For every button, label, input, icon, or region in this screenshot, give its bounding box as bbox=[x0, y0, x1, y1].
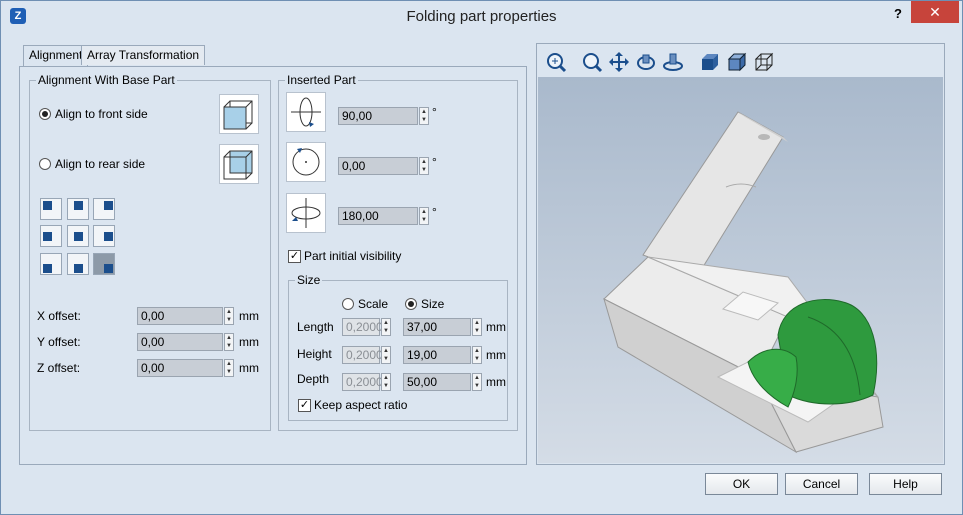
size-label: Size bbox=[421, 297, 445, 311]
z-offset-input[interactable]: 0,00 bbox=[137, 359, 223, 377]
part-visibility-label: Part initial visibility bbox=[304, 249, 402, 263]
align-top-right-button[interactable] bbox=[93, 198, 115, 220]
y-offset-spinner[interactable]: ▲ ▼ bbox=[224, 333, 234, 351]
rotation-y-input[interactable]: 0,00 bbox=[338, 157, 418, 175]
close-button[interactable]: ✕ bbox=[911, 1, 959, 23]
y-offset-unit: mm bbox=[239, 335, 259, 349]
height-scale-input[interactable]: 0,2000 bbox=[342, 346, 383, 364]
keep-aspect-checkbox[interactable]: ✓ bbox=[298, 399, 311, 412]
length-spinner[interactable]: ▲ ▼ bbox=[472, 318, 482, 336]
z-offset-unit: mm bbox=[239, 361, 259, 375]
help-button[interactable]: Help bbox=[869, 473, 942, 495]
pan-icon[interactable] bbox=[608, 51, 630, 73]
dialog-window: Z Folding part properties ? ✕ Alignment … bbox=[0, 0, 963, 515]
length-scale-input[interactable]: 0,2000 bbox=[342, 318, 383, 336]
preview-panel bbox=[536, 43, 945, 465]
wireframe-view-icon[interactable] bbox=[753, 51, 775, 73]
height-spinner[interactable]: ▲ ▼ bbox=[472, 346, 482, 364]
x-offset-label: X offset: bbox=[37, 309, 81, 323]
length-unit: mm bbox=[486, 320, 506, 334]
length-input[interactable]: 37,00 bbox=[403, 318, 471, 336]
height-label: Height bbox=[297, 347, 332, 361]
zoom-icon[interactable] bbox=[581, 51, 603, 73]
rotation-y-spinner[interactable]: ▲ ▼ bbox=[419, 157, 429, 175]
align-front-label: Align to front side bbox=[55, 107, 148, 121]
rotate-z-icon bbox=[286, 193, 326, 233]
x-offset-spinner[interactable]: ▲ ▼ bbox=[224, 307, 234, 325]
height-scale-spinner[interactable]: ▲ ▼ bbox=[381, 346, 391, 364]
align-bottom-right-button[interactable] bbox=[93, 253, 115, 275]
size-legend: Size bbox=[297, 273, 321, 287]
align-middle-left-button[interactable] bbox=[40, 225, 62, 247]
align-middle-center-button[interactable] bbox=[67, 225, 89, 247]
y-offset-label: Y offset: bbox=[37, 335, 81, 349]
shaded-edges-view-icon[interactable] bbox=[726, 51, 748, 73]
size-radio[interactable] bbox=[405, 298, 417, 310]
keep-aspect-label: Keep aspect ratio bbox=[314, 398, 408, 412]
zoom-fit-icon[interactable] bbox=[545, 51, 567, 73]
ok-button[interactable]: OK bbox=[705, 473, 778, 495]
rotate-y-icon bbox=[286, 142, 326, 182]
solid-view-icon[interactable] bbox=[699, 51, 721, 73]
rotation-z-input[interactable]: 180,00 bbox=[338, 207, 418, 225]
align-top-center-button[interactable] bbox=[67, 198, 89, 220]
align-top-left-button[interactable] bbox=[40, 198, 62, 220]
tab-array-transformation[interactable]: Array Transformation bbox=[81, 45, 206, 65]
align-rear-label: Align to rear side bbox=[55, 157, 146, 171]
z-offset-label: Z offset: bbox=[37, 361, 81, 375]
orbit-icon[interactable] bbox=[662, 51, 684, 73]
length-label: Length bbox=[297, 320, 334, 334]
scale-radio[interactable] bbox=[342, 298, 354, 310]
align-bottom-center-button[interactable] bbox=[67, 253, 89, 275]
rotation-y-unit: ° bbox=[432, 155, 437, 169]
rotation-x-unit: ° bbox=[432, 105, 437, 119]
rotate-x-icon bbox=[286, 92, 326, 132]
depth-scale-spinner[interactable]: ▲ ▼ bbox=[381, 373, 391, 391]
cube-rear-icon bbox=[219, 144, 259, 184]
depth-input[interactable]: 50,00 bbox=[403, 373, 471, 391]
depth-label: Depth bbox=[297, 372, 330, 386]
title-bar: Z Folding part properties ? ✕ bbox=[1, 1, 962, 32]
scale-label: Scale bbox=[358, 297, 389, 311]
height-unit: mm bbox=[486, 348, 506, 362]
depth-unit: mm bbox=[486, 375, 506, 389]
rotation-x-spinner[interactable]: ▲ ▼ bbox=[419, 107, 429, 125]
height-input[interactable]: 19,00 bbox=[403, 346, 471, 364]
inserted-part-legend: Inserted Part bbox=[287, 73, 356, 87]
tab-panel-alignment: Alignment With Base Part Align to front … bbox=[19, 66, 527, 465]
help-titlebar-button[interactable]: ? bbox=[885, 4, 911, 24]
z-offset-spinner[interactable]: ▲ ▼ bbox=[224, 359, 234, 377]
cancel-button[interactable]: Cancel bbox=[785, 473, 858, 495]
align-front-radio[interactable] bbox=[39, 108, 51, 120]
rotation-x-input[interactable]: 90,00 bbox=[338, 107, 418, 125]
align-bottom-left-button[interactable] bbox=[40, 253, 62, 275]
x-offset-unit: mm bbox=[239, 309, 259, 323]
alignment-group-legend: Alignment With Base Part bbox=[38, 73, 175, 87]
window-title: Folding part properties bbox=[406, 8, 557, 25]
rotation-z-spinner[interactable]: ▲ ▼ bbox=[419, 207, 429, 225]
rotation-z-unit: ° bbox=[432, 205, 437, 219]
x-offset-input[interactable]: 0,00 bbox=[137, 307, 223, 325]
depth-spinner[interactable]: ▲ ▼ bbox=[472, 373, 482, 391]
cube-front-icon bbox=[219, 94, 259, 134]
part-visibility-checkbox[interactable]: ✓ bbox=[288, 250, 301, 263]
3d-preview-canvas[interactable] bbox=[538, 77, 943, 463]
length-scale-spinner[interactable]: ▲ ▼ bbox=[381, 318, 391, 336]
rotate-view-icon[interactable] bbox=[635, 51, 657, 73]
align-rear-radio[interactable] bbox=[39, 158, 51, 170]
folding-box-model bbox=[603, 111, 884, 454]
depth-scale-input[interactable]: 0,2000 bbox=[342, 373, 383, 391]
align-middle-right-button[interactable] bbox=[93, 225, 115, 247]
tab-alignment[interactable]: Alignment bbox=[23, 45, 89, 67]
y-offset-input[interactable]: 0,00 bbox=[137, 333, 223, 351]
